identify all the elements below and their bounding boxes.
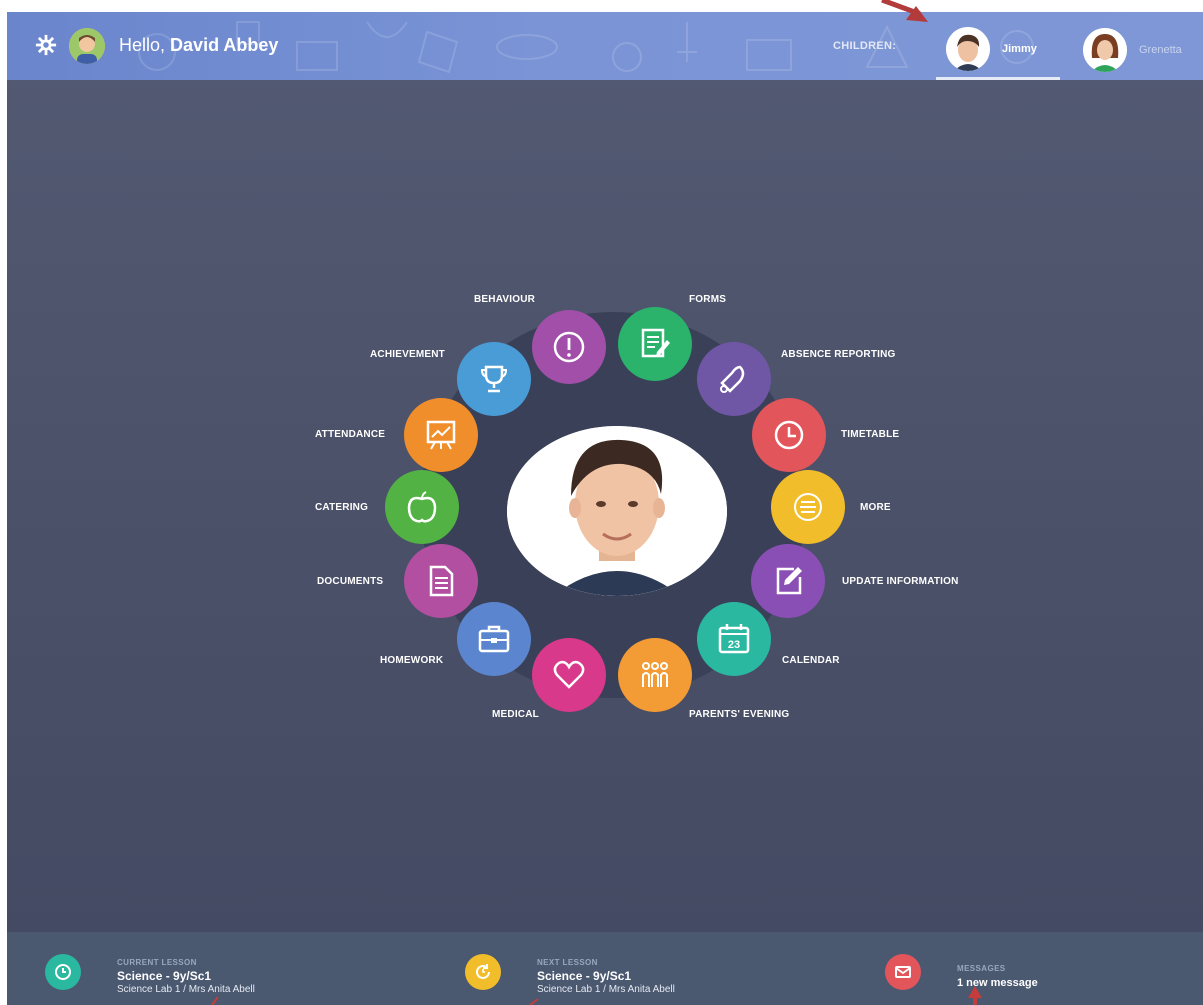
annotation-mark-mid	[529, 998, 539, 1005]
annotation-mark-left	[211, 996, 219, 1005]
annotation-overlay	[211, 0, 982, 1005]
annotation-arrow-top	[881, 0, 928, 22]
annotation-arrow-messages	[968, 986, 982, 1005]
